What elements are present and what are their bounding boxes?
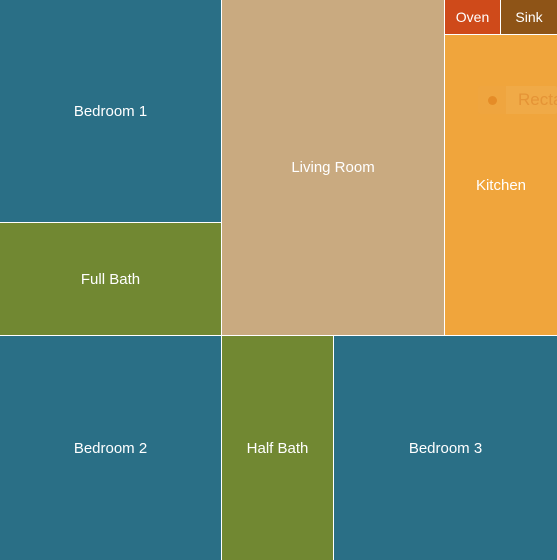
room-label-sink: Sink [515, 9, 543, 25]
legend-swatch-icon [478, 86, 506, 114]
room-label-oven: Oven [455, 9, 490, 25]
room-label-bedroom-1: Bedroom 1 [73, 102, 148, 120]
room-kitchen[interactable]: Kitchen [445, 35, 557, 335]
room-label-full-bath: Full Bath [80, 270, 141, 288]
room-half-bath[interactable]: Half Bath [222, 336, 333, 560]
room-label-kitchen: Kitchen [475, 176, 527, 194]
faded-legend-item: Recta [478, 86, 557, 114]
room-full-bath[interactable]: Full Bath [0, 223, 221, 335]
room-label-bedroom-2: Bedroom 2 [73, 439, 148, 457]
room-oven[interactable]: Oven [445, 0, 500, 34]
room-bedroom-3[interactable]: Bedroom 3 [334, 336, 557, 560]
room-bedroom-1[interactable]: Bedroom 1 [0, 0, 221, 222]
room-label-bedroom-3: Bedroom 3 [408, 439, 483, 457]
room-sink[interactable]: Sink [501, 0, 557, 34]
legend-dot-icon [487, 95, 497, 105]
legend-label: Recta [518, 90, 557, 109]
room-label-living-room: Living Room [291, 159, 375, 176]
room-living-room[interactable]: Living Room [222, 0, 444, 335]
room-bedroom-2[interactable]: Bedroom 2 [0, 336, 221, 560]
room-label-half-bath: Half Bath [246, 439, 309, 457]
floor-plan: Bedroom 1 Full Bath Living Room Kitchen … [0, 0, 557, 560]
